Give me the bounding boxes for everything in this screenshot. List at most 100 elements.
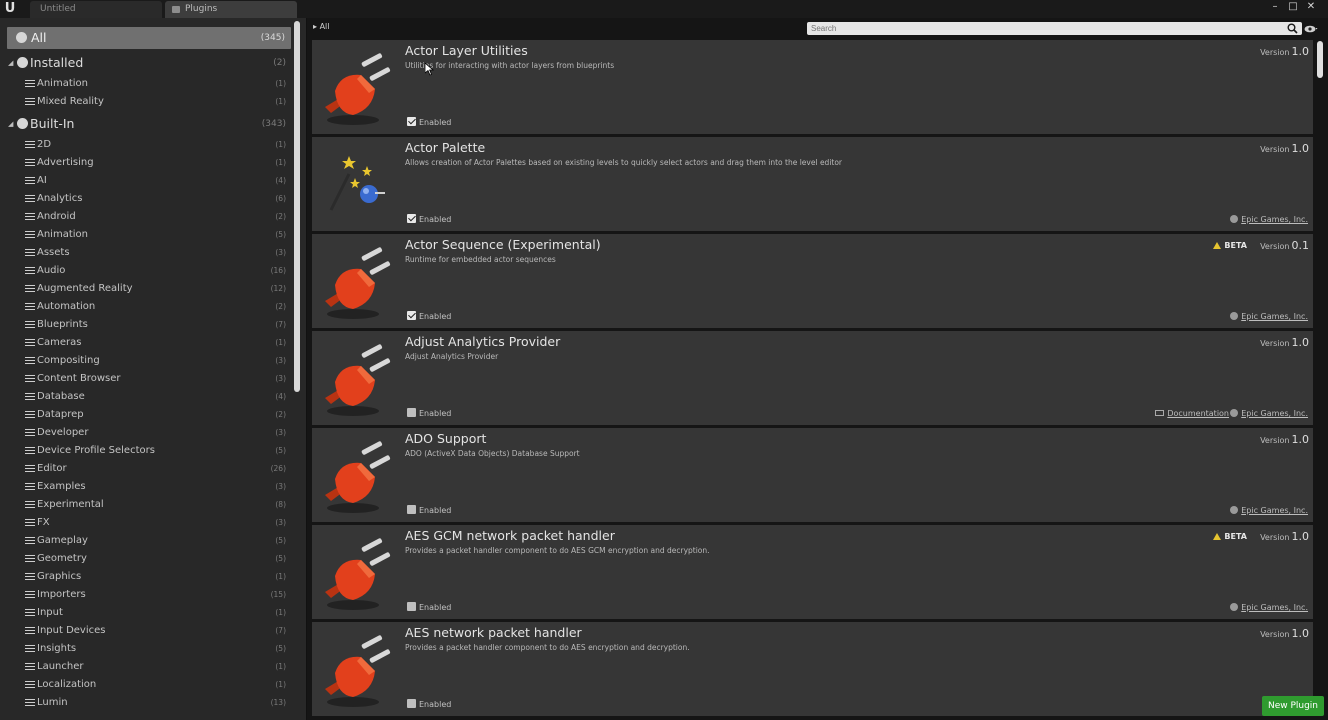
enabled-checkbox[interactable] — [407, 699, 416, 708]
subcategory-item[interactable]: Device Profile Selectors (5) — [0, 442, 292, 460]
subcategory-item[interactable]: Advertising (1) — [0, 154, 292, 172]
subcategory-item[interactable]: Database (4) — [0, 388, 292, 406]
category-installed[interactable]: ◢ Installed (2) — [0, 52, 292, 74]
subcategory-item[interactable]: Localization (1) — [0, 676, 292, 694]
expand-arrow-icon[interactable]: ◢ — [8, 113, 13, 135]
subcategory-count: (1) — [275, 680, 286, 689]
enabled-checkbox[interactable] — [407, 214, 416, 223]
subcategory-item[interactable]: Lumin (13) — [0, 694, 292, 712]
subcategory-item[interactable]: Animation (5) — [0, 226, 292, 244]
new-plugin-button[interactable]: New Plugin — [1262, 696, 1324, 716]
version-label: Version — [1260, 242, 1290, 251]
subcategory-item[interactable]: Editor (26) — [0, 460, 292, 478]
subcategory-item[interactable]: Insights (5) — [0, 640, 292, 658]
enabled-checkbox[interactable] — [407, 408, 416, 417]
enabled-toggle[interactable]: Enabled — [407, 117, 451, 128]
enabled-checkbox[interactable] — [407, 602, 416, 611]
list-icon — [25, 375, 35, 383]
subcategory-label: Input — [37, 607, 63, 618]
enabled-toggle[interactable]: Enabled — [407, 408, 451, 419]
list-icon — [25, 98, 35, 106]
subcategory-item[interactable]: AI (4) — [0, 172, 292, 190]
enabled-checkbox[interactable] — [407, 117, 416, 126]
close-button[interactable]: ✕ — [1302, 0, 1320, 14]
subcategory-item[interactable]: Launcher (1) — [0, 658, 292, 676]
list-icon — [25, 213, 35, 221]
plugin-entry[interactable]: ADO Support ADO (ActiveX Data Objects) Da… — [312, 428, 1313, 522]
subcategory-item[interactable]: Compositing (3) — [0, 352, 292, 370]
plugin-entry[interactable]: AES GCM network packet handler Provides a… — [312, 525, 1313, 619]
subcategory-item[interactable]: Content Browser (3) — [0, 370, 292, 388]
vendor-label: Epic Games, Inc. — [1241, 215, 1308, 224]
subcategory-item[interactable]: Assets (3) — [0, 244, 292, 262]
category-built-in[interactable]: ◢ Built-In (343) — [0, 113, 292, 135]
book-icon — [1155, 410, 1165, 416]
vendor-link[interactable]: Epic Games, Inc. — [1230, 215, 1308, 224]
category-all[interactable]: All (345) — [7, 27, 291, 49]
list-icon — [25, 501, 35, 509]
enabled-toggle[interactable]: Enabled — [407, 602, 451, 613]
plugin-list-scrollbar[interactable] — [1317, 41, 1323, 78]
vendor-link[interactable]: Epic Games, Inc. — [1230, 506, 1308, 515]
beta-label: BETA — [1224, 532, 1247, 541]
plugin-entry[interactable]: Actor Palette Allows creation of Actor Pa… — [312, 137, 1313, 231]
list-icon — [25, 681, 35, 689]
plugin-entry[interactable]: Adjust Analytics Provider Adjust Analytic… — [312, 331, 1313, 425]
subcategory-item[interactable]: Input (1) — [0, 604, 292, 622]
subcategory-item[interactable]: Blueprints (7) — [0, 316, 292, 334]
documentation-link[interactable]: Documentation — [1155, 409, 1229, 418]
category-scrollbar[interactable] — [294, 21, 300, 392]
vendor-link[interactable]: Epic Games, Inc. — [1230, 409, 1308, 418]
enabled-checkbox[interactable] — [407, 311, 416, 320]
vendor-link[interactable]: Epic Games, Inc. — [1230, 312, 1308, 321]
subcategory-item[interactable]: Gameplay (5) — [0, 532, 292, 550]
version-label: Version — [1260, 533, 1290, 542]
search-input[interactable] — [807, 22, 1302, 35]
tab-plugins[interactable]: Plugins — [165, 1, 297, 18]
minimize-button[interactable]: – — [1266, 0, 1284, 14]
subcategory-item[interactable]: Analytics (6) — [0, 190, 292, 208]
subcategory-item[interactable]: Experimental (8) — [0, 496, 292, 514]
subcategory-item[interactable]: Android (2) — [0, 208, 292, 226]
breadcrumb[interactable]: ▸ All — [313, 22, 329, 31]
plugin-description: ADO (ActiveX Data Objects) Database Supp… — [405, 449, 580, 458]
vendor-link[interactable]: Epic Games, Inc. — [1230, 603, 1308, 612]
tab-untitled-label: Untitled — [40, 4, 76, 14]
view-options-eye-icon[interactable] — [1304, 25, 1318, 33]
subcategory-item[interactable]: Examples (3) — [0, 478, 292, 496]
plugin-description: Provides a packet handler component to d… — [405, 546, 710, 555]
subcategory-item[interactable]: Animation (1) — [0, 75, 292, 93]
subcategory-item[interactable]: Graphics (1) — [0, 568, 292, 586]
plugin-entry[interactable]: Actor Layer Utilities Utilities for inter… — [312, 40, 1313, 134]
subcategory-item[interactable]: Geometry (5) — [0, 550, 292, 568]
subcategory-count: (6) — [275, 194, 286, 203]
search-icon[interactable] — [1287, 23, 1298, 34]
enabled-toggle[interactable]: Enabled — [407, 214, 451, 225]
plugin-entry[interactable]: Actor Sequence (Experimental) Runtime for… — [312, 234, 1313, 328]
subcategory-count: (15) — [270, 590, 286, 599]
subcategory-item[interactable]: Mixed Reality (1) — [0, 93, 292, 111]
version-label: Version — [1260, 145, 1290, 154]
subcategory-item[interactable]: Audio (16) — [0, 262, 292, 280]
plugin-name: Actor Palette — [405, 140, 486, 155]
expand-arrow-icon[interactable]: ◢ — [8, 52, 13, 74]
tab-untitled[interactable]: Untitled — [30, 1, 162, 18]
enabled-toggle[interactable]: Enabled — [407, 505, 451, 516]
subcategory-item[interactable]: Developer (3) — [0, 424, 292, 442]
plugin-entry[interactable]: AES network packet handler Provides a pac… — [312, 622, 1313, 716]
version-number: 1.0 — [1291, 433, 1310, 446]
enabled-checkbox[interactable] — [407, 505, 416, 514]
subcategory-item[interactable]: Augmented Reality (12) — [0, 280, 292, 298]
subcategory-item[interactable]: Automation (2) — [0, 298, 292, 316]
subcategory-item[interactable]: Importers (15) — [0, 586, 292, 604]
subcategory-item[interactable]: Dataprep (2) — [0, 406, 292, 424]
subcategory-item[interactable]: Input Devices (7) — [0, 622, 292, 640]
maximize-button[interactable]: □ — [1284, 0, 1302, 14]
enabled-toggle[interactable]: Enabled — [407, 311, 451, 322]
subcategory-item[interactable]: Cameras (1) — [0, 334, 292, 352]
subcategory-item[interactable]: FX (3) — [0, 514, 292, 532]
enabled-label: Enabled — [419, 700, 452, 709]
enabled-toggle[interactable]: Enabled — [407, 699, 451, 710]
subcategory-item[interactable]: 2D (1) — [0, 136, 292, 154]
subcategory-count: (5) — [275, 230, 286, 239]
